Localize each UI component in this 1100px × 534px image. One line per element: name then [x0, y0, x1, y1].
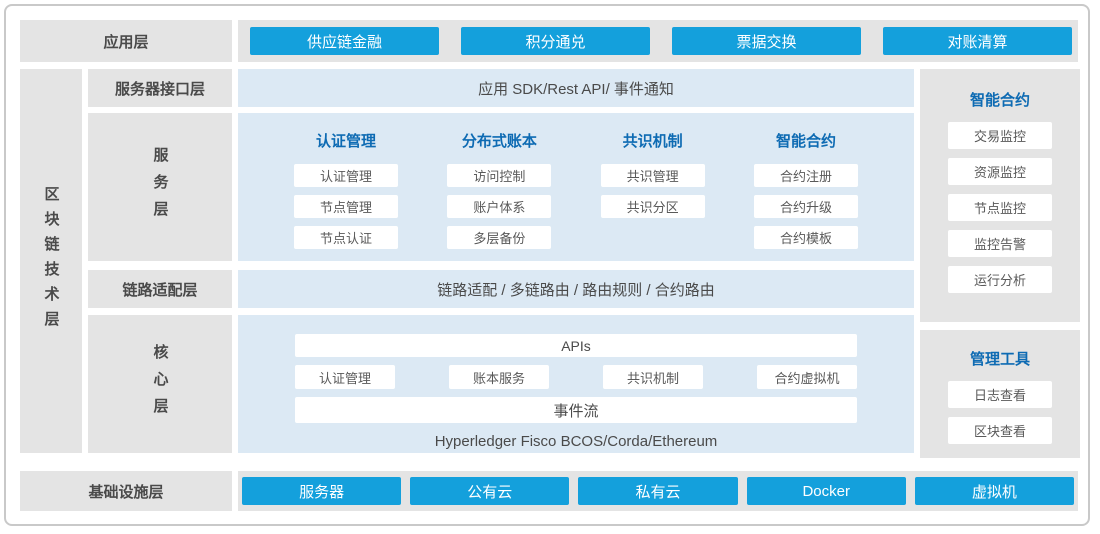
core-module: 认证管理: [295, 365, 395, 389]
tech-layer-bar: 区块链技术层: [20, 69, 82, 453]
monitor-panel-header: 智能合约: [970, 89, 1030, 110]
service-item: 账户体系: [447, 195, 551, 218]
monitor-item: 运行分析: [948, 266, 1052, 293]
app-button[interactable]: 供应链金融: [250, 27, 439, 55]
app-button[interactable]: 对账清算: [883, 27, 1072, 55]
event-stream-bar: 事件流: [295, 397, 857, 423]
sdk-api-bar: 应用 SDK/Rest API/ 事件通知: [238, 69, 914, 107]
apis-bar: APIs: [295, 334, 857, 357]
service-column-header: 认证管理: [316, 130, 376, 151]
service-layer-label-box: 服务层: [88, 113, 232, 261]
infra-button[interactable]: 私有云: [578, 477, 737, 505]
service-item: 合约注册: [754, 164, 858, 187]
link-layer-label: 链路适配层: [88, 270, 232, 308]
service-item: 节点管理: [294, 195, 398, 218]
infra-layer-buttons: 服务器公有云私有云 Docker 虚拟机: [238, 471, 1078, 511]
service-item: 节点认证: [294, 226, 398, 249]
service-layer-label: 服务层: [150, 147, 171, 228]
core-modules-row: 认证管理 账本服务 共识机制 合约虚拟机: [295, 365, 857, 389]
monitor-item: 资源监控: [948, 158, 1052, 185]
service-column-header: 共识机制: [623, 130, 683, 151]
infra-layer-label: 基础设施层: [20, 471, 232, 511]
core-module: 共识机制: [603, 365, 703, 389]
service-item: 合约升级: [754, 195, 858, 218]
service-item: 多层备份: [447, 226, 551, 249]
app-layer-label: 应用层: [20, 20, 232, 62]
infra-button[interactable]: 服务器: [242, 477, 401, 505]
core-module: 账本服务: [449, 365, 549, 389]
app-layer-buttons: 供应链金融积分通兑票据交换对账清算: [238, 20, 1078, 62]
infra-button[interactable]: Docker: [747, 477, 906, 505]
service-column-contract: 智能合约 合约注册合约升级合约模板: [754, 130, 858, 261]
service-column-auth: 认证管理 认证管理节点管理节点认证: [294, 130, 398, 261]
service-layer-panel: 认证管理 认证管理节点管理节点认证 分布式账本 访问控制账户体系多层备份 共识机…: [238, 113, 914, 261]
service-column-header: 分布式账本: [462, 130, 537, 151]
interface-layer-label: 服务器接口层: [88, 69, 232, 107]
service-column-header: 智能合约: [776, 130, 836, 151]
core-layer-label-box: 核心层: [88, 315, 232, 453]
tools-panel: 管理工具 日志查看区块查看: [920, 330, 1080, 458]
monitor-item: 交易监控: [948, 122, 1052, 149]
monitor-panel: 智能合约 交易监控资源监控节点监控监控告警运行分析: [920, 69, 1080, 322]
core-module: 合约虚拟机: [757, 365, 857, 389]
service-item: 访问控制: [447, 164, 551, 187]
core-layer-label: 核心层: [150, 344, 171, 425]
service-item: 共识分区: [601, 195, 705, 218]
service-item: 合约模板: [754, 226, 858, 249]
service-column-ledger: 分布式账本 访问控制账户体系多层备份: [447, 130, 551, 261]
tool-item: 区块查看: [948, 417, 1052, 444]
monitor-item: 节点监控: [948, 194, 1052, 221]
tool-item: 日志查看: [948, 381, 1052, 408]
core-layer-panel: APIs 认证管理 账本服务 共识机制 合约虚拟机 事件流 Hyperledger F…: [238, 315, 914, 453]
app-button[interactable]: 积分通兑: [461, 27, 650, 55]
infra-button[interactable]: 虚拟机: [915, 477, 1074, 505]
service-item: 认证管理: [294, 164, 398, 187]
service-column-consensus: 共识机制 共识管理共识分区: [601, 130, 705, 261]
tech-layer-label: 区块链技术层: [41, 186, 62, 336]
monitor-item: 监控告警: [948, 230, 1052, 257]
link-routing-bar: 链路适配 / 多链路由 / 路由规则 / 合约路由: [238, 270, 914, 308]
tools-panel-header: 管理工具: [970, 348, 1030, 369]
platforms-text: Hyperledger Fisco BCOS/Corda/Ethereum: [238, 433, 914, 450]
architecture-diagram: 应用层 供应链金融积分通兑票据交换对账清算 区块链技术层 服务器接口层 应用 S…: [0, 0, 1100, 534]
infra-button[interactable]: 公有云: [410, 477, 569, 505]
app-button[interactable]: 票据交换: [672, 27, 861, 55]
service-item: 共识管理: [601, 164, 705, 187]
